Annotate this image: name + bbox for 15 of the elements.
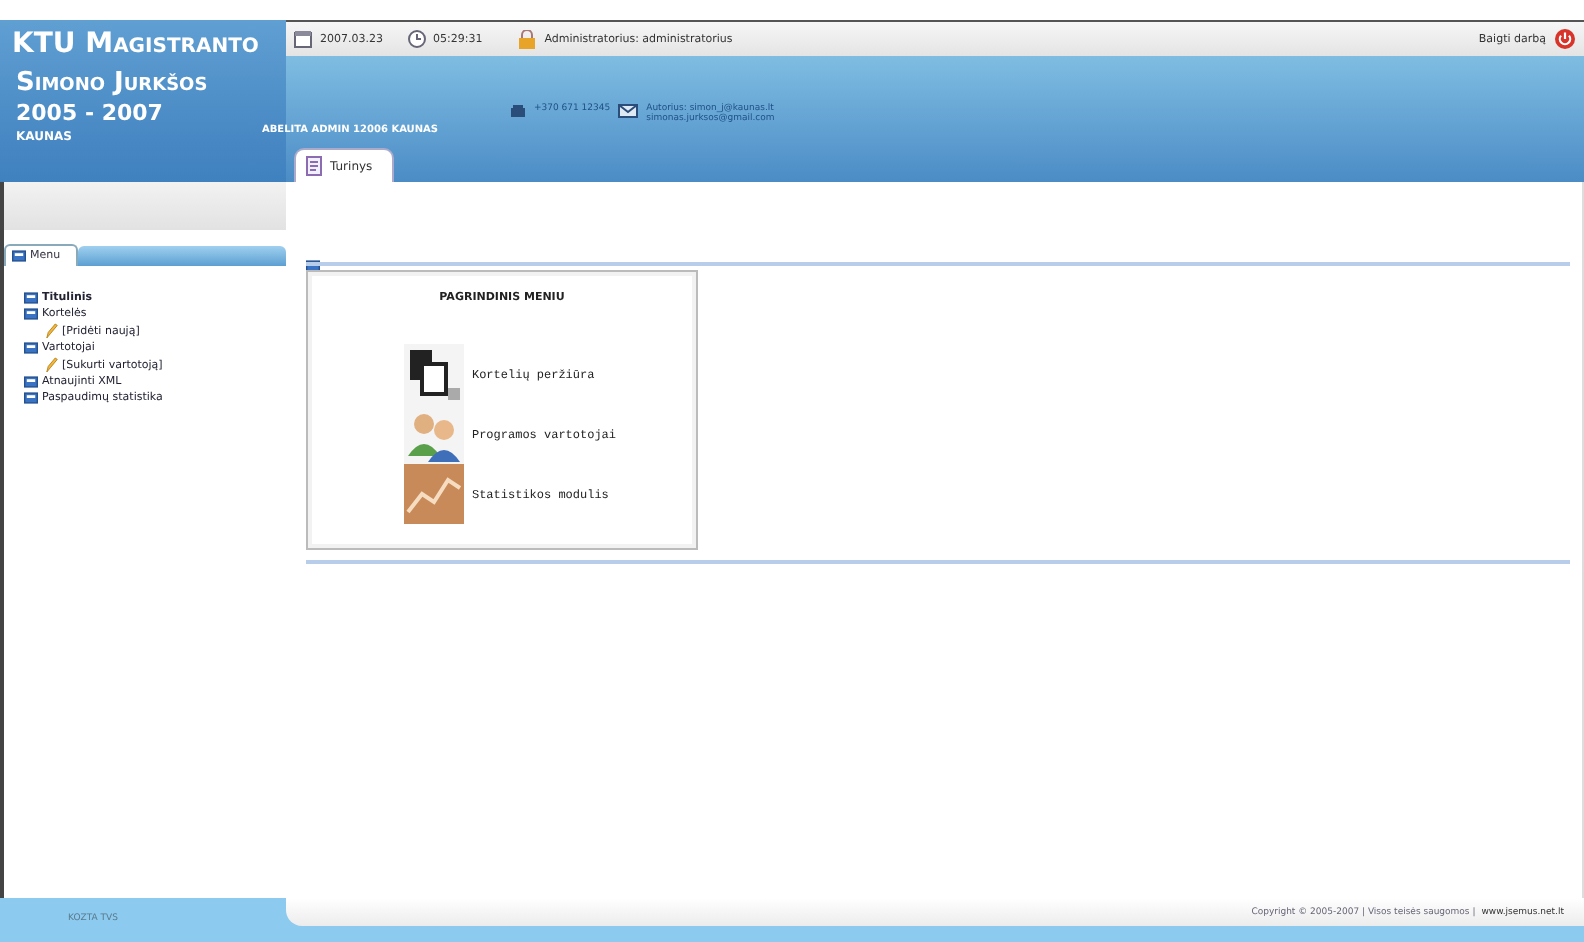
- cards-icon[interactable]: [403, 344, 464, 404]
- brand-years: 2005 - 2007: [16, 100, 165, 126]
- brand-subtitle: Simono Jurkšos: [16, 68, 210, 100]
- power-icon[interactable]: [1554, 28, 1576, 50]
- calendar-icon: [294, 30, 312, 48]
- clock-icon: [407, 30, 425, 48]
- window-icon: [12, 250, 26, 262]
- users-icon[interactable]: [403, 404, 464, 464]
- document-icon: [304, 156, 324, 176]
- lock-icon: [518, 29, 537, 49]
- window-icon: [24, 342, 38, 354]
- envelope-icon: [618, 104, 639, 118]
- brand-title: KTU Magistranto: [12, 28, 261, 62]
- phone-icon: [510, 104, 526, 118]
- window-icon: [306, 260, 320, 272]
